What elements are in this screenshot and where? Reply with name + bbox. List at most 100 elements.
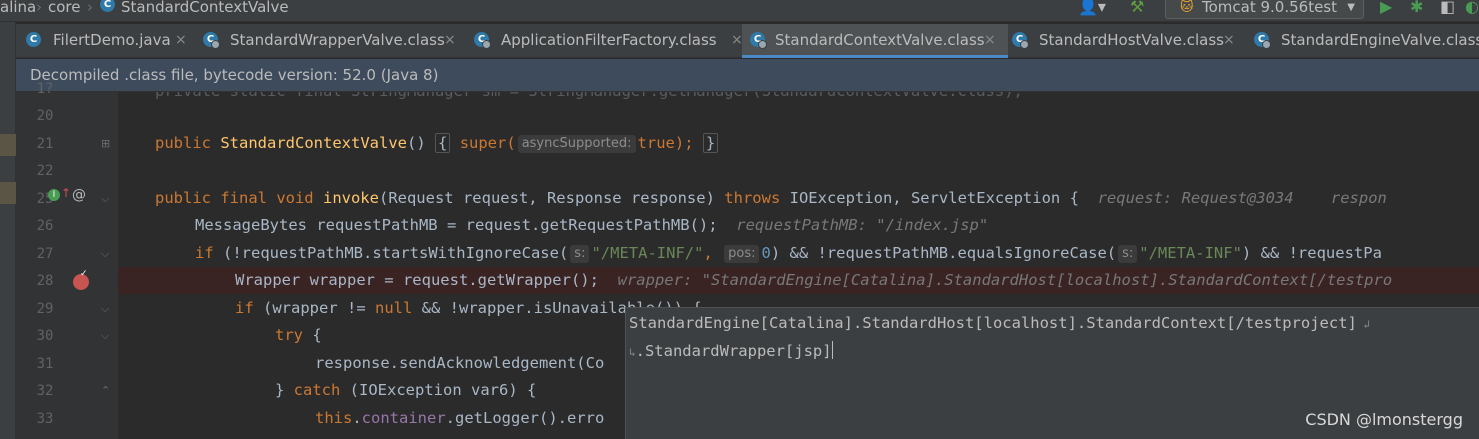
code-line: if (!requestPathMB.startsWithIgnoreCase(… [118,240,1479,267]
field-name: container [361,409,446,427]
keyword: super( [459,134,516,152]
bookmark-marker [0,134,16,156]
number-literal: 0 [761,244,771,262]
code-text: (!requestPathMB.startsWithIgnoreCase( [223,244,569,262]
run-configuration-select[interactable]: 🐱 Tomcat 9.0.56test ▼ [1165,0,1364,19]
popup-line: ↳.StandardWrapper[jsp] [629,341,833,363]
breadcrumb-separator: › [87,0,93,16]
class-icon: C [474,32,491,49]
class-icon: C [1254,32,1271,49]
fold-icon[interactable]: ⌵ [101,299,109,319]
method-name: StandardContextValve [220,134,407,152]
code-text: response.sendAcknowledgement(Co [315,354,605,372]
fold-icon[interactable]: ⌃ [101,381,110,401]
breadcrumb-catalina[interactable]: alina [0,0,36,15]
close-icon[interactable]: × [175,31,187,49]
coverage-icon[interactable]: ◧ [1440,0,1455,15]
build-hammer-icon[interactable]: ⚒ [1130,0,1144,15]
fold-icon[interactable]: ⊞ [101,134,110,154]
fold-icon[interactable]: ⌵ [101,326,109,346]
folded-brace[interactable]: } [702,133,719,153]
parameter-hint: pos: [724,245,760,263]
breadcrumb-standardcontextvalve[interactable]: StandardContextValve [121,0,289,15]
class-icon: C [203,32,220,49]
line-number: 28 [36,273,54,289]
tomcat-icon: 🐱 [1180,0,1194,15]
keyword: throws [724,189,781,207]
tab-label: StandardContextValve.class [775,31,985,49]
line-number: 30 [36,328,54,344]
parameter-hint: s: [570,245,590,263]
popup-value-text: StandardEngine[Catalina].StandardHost[lo… [629,314,1357,332]
string-literal: "/META-INF" [1139,244,1242,262]
soft-wrap-icon: ↲ [1356,318,1371,331]
tab-filertdemo[interactable]: C FilertDemo.java × [26,24,194,58]
decompiled-notice-banner: Decompiled .class file, bytecode version… [16,59,1479,92]
override-arrow-icon[interactable]: ↑ [61,186,71,200]
fold-icon[interactable]: ⌵ [101,244,109,264]
tab-standardcontextvalve[interactable]: C StandardContextValve.class × [742,24,1008,58]
code-line: public StandardContextValve() { super(as… [118,130,1479,157]
code-line: MessageBytes requestPathMB = request.get… [118,212,1479,239]
close-icon[interactable]: × [1223,31,1235,49]
tab-label: StandardWrapperValve.class [230,31,445,49]
fold-icon[interactable]: ⌵ [101,189,109,209]
folded-brace[interactable]: { [435,133,451,153]
tab-applicationfilterfactory[interactable]: C ApplicationFilterFactory.class × [474,24,743,58]
code-text: } [275,381,294,399]
code-text: ); [674,134,694,152]
close-icon[interactable]: × [444,31,456,49]
code-line: private static final StringManager sm = … [118,92,1479,105]
implementing-method-icon[interactable]: I [48,189,60,201]
decompiled-notice-text: Decompiled .class file, bytecode version… [30,66,439,84]
parameter-hint: asyncSupported: [517,135,636,153]
user-icon[interactable]: 👤▾ [1078,0,1106,15]
code-text: Wrapper wrapper = request.getWrapper(); [235,271,599,289]
bookmark-marker [0,182,16,204]
class-icon: C [1012,32,1029,49]
keyword: catch [293,381,341,399]
code-text: (IOException var6) { [340,381,537,399]
code-text: ) && !requestPa [1241,244,1382,262]
chevron-down-icon: ▼ [1347,2,1355,13]
breadcrumb-separator: › [36,0,42,16]
tab-label: ApplicationFilterFactory.class [501,31,717,49]
keyword: null [375,299,413,317]
line-number-gutter[interactable]: 1? 20 21 ⊞ 22 25 ⌵ 26 27 ⌵ 28 29 ⌵ 30 ⌵ … [16,81,118,439]
tab-label: StandardEngineValve.class [1281,31,1479,49]
breadcrumb-core[interactable]: core [48,0,81,15]
profile-icon[interactable]: ◐ [1465,0,1479,15]
code-text: (Request request, Response response) [378,189,715,207]
tab-standardhostvalve[interactable]: C StandardHostValve.class × [1012,24,1246,58]
line-number: 20 [36,108,54,124]
popup-value-text: .StandardWrapper[jsp] [635,342,832,360]
keyword: if [235,299,254,317]
line-number: 21 [36,136,54,152]
close-icon[interactable]: × [984,31,996,49]
soft-wrap-icon: ↳ [629,346,636,359]
inline-debug-value: requestPathMB: "/index.jsp" [736,216,989,234]
code-text: IOException, ServletException { [789,189,1079,207]
debug-icon[interactable]: ✱ [1410,0,1423,15]
tab-label: FilertDemo.java [53,31,171,49]
line-number: 22 [36,163,54,179]
run-icon[interactable]: ▶ [1380,0,1392,15]
keyword: if [195,244,214,262]
left-tool-strip [0,22,16,439]
breakpoint-line: Wrapper wrapper = request.getWrapper(); … [118,267,1479,294]
close-icon[interactable]: × [731,31,743,49]
text-caret [831,341,833,359]
line-number: 26 [36,218,54,234]
line-number: 1? [36,81,54,97]
tab-standardenginevalve[interactable]: C StandardEngineValve.class [1254,24,1479,58]
code-text: { [303,326,322,344]
breakpoint-icon[interactable] [73,269,89,290]
code-text: (wrapper != [263,299,375,317]
navigation-bar: alina › core › C StandardContextValve 👤▾… [0,0,1479,22]
tab-standardwrappervalve[interactable]: C StandardWrapperValve.class × [203,24,471,58]
line-number: 31 [36,356,54,372]
keyword: public final void [155,189,314,207]
code-text: .getLogger().erro [445,409,605,427]
code-text: ) && !requestPathMB.equalsIgnoreCase( [770,244,1117,262]
code-text: . [352,409,362,427]
